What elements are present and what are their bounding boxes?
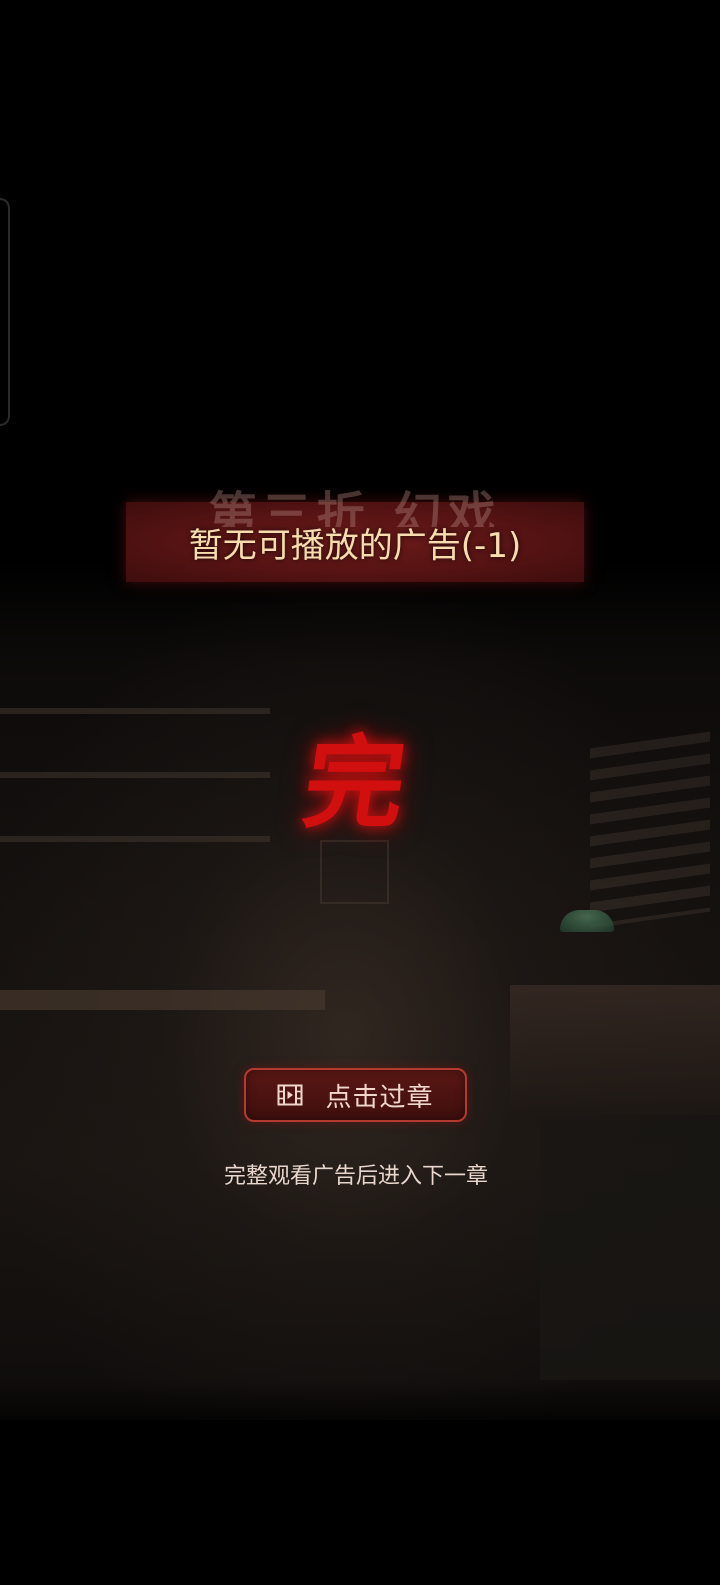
background-door [320,840,389,904]
background-lamp [560,910,614,932]
finish-mark: 完 [296,724,414,842]
skip-chapter-label: 点击过章 [325,1082,434,1113]
background-desk-left [0,990,325,1010]
background-shelf-right [590,731,710,929]
side-edge-handle[interactable] [0,198,10,426]
skip-chapter-button[interactable]: 点击过章 [244,1068,467,1122]
watch-ad-hint: 完整观看广告后进入下一章 [223,1164,488,1189]
background-shelf-left [0,650,270,870]
background-desk-right [510,985,720,1115]
ad-unavailable-message: 暂无可播放的广告(-1) [188,526,522,566]
background-fade [0,1380,720,1440]
film-icon [277,1084,303,1106]
